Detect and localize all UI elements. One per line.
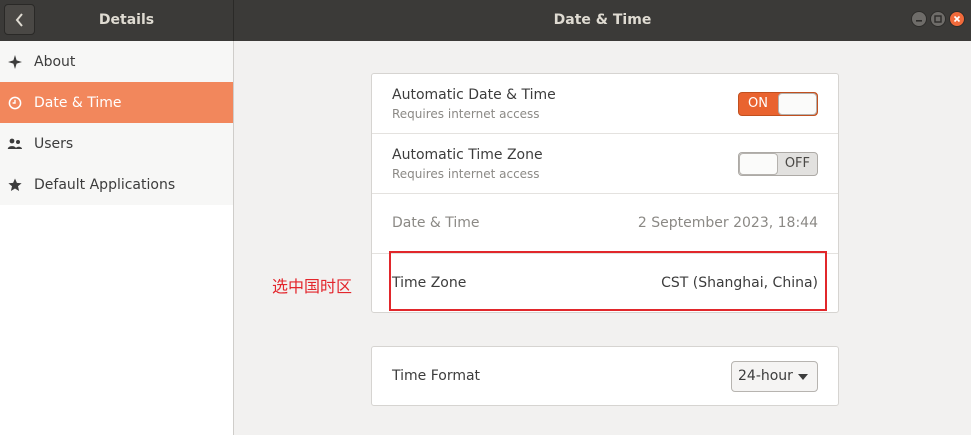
sidebar-item-date-time[interactable]: Date & Time: [0, 82, 233, 123]
automatic-time-zone-row: Automatic Time Zone Requires internet ac…: [372, 134, 838, 194]
close-icon: [953, 15, 961, 23]
time-format-value: 24-hour: [738, 368, 793, 384]
sidebar-item-label: Default Applications: [34, 176, 176, 193]
time-format-card: Time Format 24-hour: [371, 346, 839, 406]
date-time-row[interactable]: Date & Time 2 September 2023, 18:44: [372, 194, 838, 254]
date-time-label: Date & Time: [392, 215, 480, 231]
time-format-label: Time Format: [392, 368, 481, 384]
title-bar: Details Date & Time: [0, 0, 971, 41]
star-icon: [7, 177, 23, 193]
sidebar-item-users[interactable]: Users: [0, 123, 233, 164]
automatic-date-time-label: Automatic Date & Time: [392, 87, 556, 103]
time-format-dropdown[interactable]: 24-hour: [731, 361, 818, 392]
automatic-time-zone-switch[interactable]: OFF: [738, 152, 818, 176]
main-header: Date & Time: [234, 0, 971, 41]
window-title: Date & Time: [553, 12, 652, 28]
automatic-time-zone-subtitle: Requires internet access: [392, 167, 540, 181]
switch-state-label: OFF: [784, 156, 810, 171]
sidebar-title: Details: [98, 12, 155, 28]
sparkle-icon: [7, 54, 23, 70]
date-time-value: 2 September 2023, 18:44: [637, 215, 818, 231]
automatic-time-zone-label: Automatic Time Zone: [392, 147, 543, 163]
maximize-icon: [934, 15, 942, 23]
maximize-button[interactable]: [930, 11, 946, 27]
sidebar-item-default-applications[interactable]: Default Applications: [0, 164, 233, 205]
switch-knob: [778, 93, 817, 115]
close-button[interactable]: [949, 11, 965, 27]
sidebar-header: Details: [0, 0, 234, 41]
automatic-date-time-subtitle: Requires internet access: [392, 107, 540, 121]
sidebar-item-label: About: [34, 53, 76, 70]
window-controls: [911, 11, 965, 27]
clock-icon: [7, 95, 23, 111]
minimize-button[interactable]: [911, 11, 927, 27]
annotation-highlight-box: [389, 251, 827, 311]
sidebar: About Date & Time Users Default Applicat…: [0, 41, 234, 435]
annotation-text: 选中国时区: [272, 277, 353, 296]
time-format-row: Time Format 24-hour: [372, 347, 838, 405]
sidebar-item-about[interactable]: About: [0, 41, 233, 82]
minimize-icon: [916, 20, 922, 22]
sidebar-item-label: Users: [34, 135, 74, 152]
automatic-date-time-row: Automatic Date & Time Requires internet …: [372, 74, 838, 134]
switch-knob: [739, 153, 778, 175]
sidebar-item-label: Date & Time: [34, 94, 122, 111]
dropdown-arrow-icon: [798, 374, 808, 380]
switch-state-label: ON: [748, 96, 768, 111]
automatic-date-time-switch[interactable]: ON: [738, 92, 818, 116]
users-icon: [7, 136, 23, 152]
